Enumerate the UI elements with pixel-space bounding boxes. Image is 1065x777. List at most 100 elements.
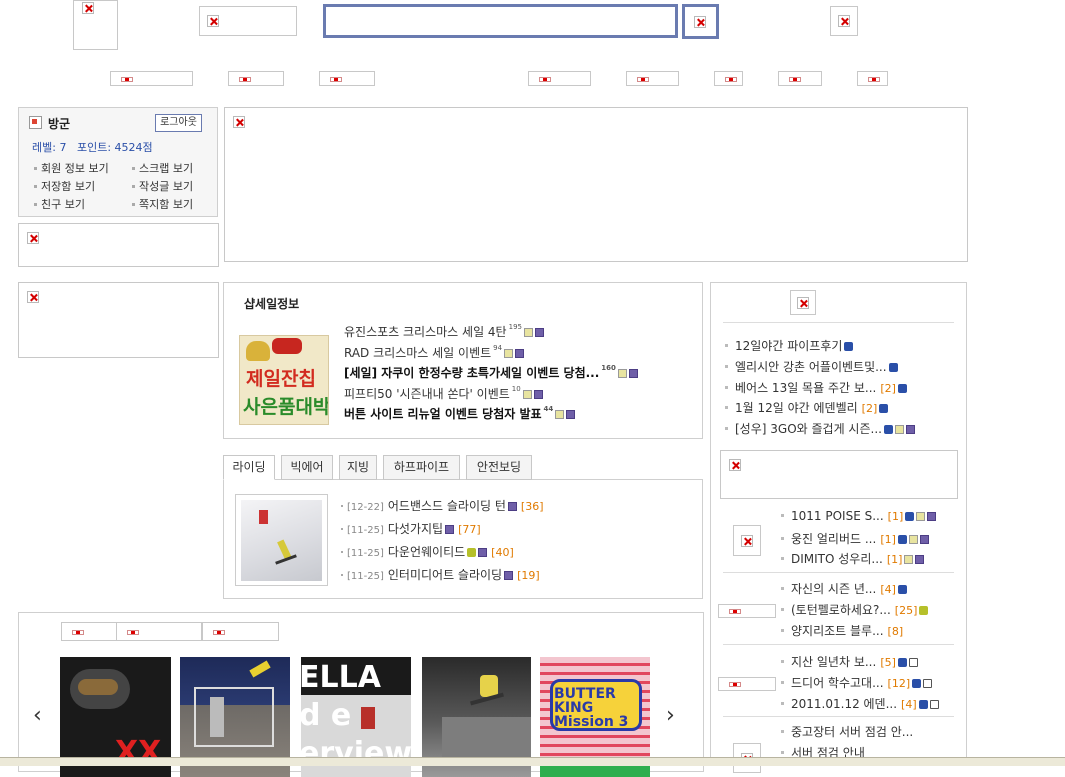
header-banner-image[interactable]	[199, 6, 297, 36]
right-list-item[interactable]: 웅진 얼리버드 ... [1]	[781, 530, 929, 547]
saved-link[interactable]: 저장함 보기	[41, 178, 95, 194]
riding-thumbnail[interactable]	[235, 494, 328, 586]
comment-count: [19]	[517, 569, 540, 582]
riding-post[interactable]: [11-25] 다운언웨이티드 [40]	[341, 543, 514, 560]
new-icon	[897, 585, 907, 594]
comment-count: [36]	[520, 500, 544, 513]
member-info-link[interactable]: 회원 정보 보기	[41, 160, 109, 176]
banner-line-2: 사은품대박	[243, 396, 329, 418]
new-icon	[897, 658, 907, 667]
right-list-3-image[interactable]	[718, 604, 776, 618]
logout-button[interactable]: 로그아웃	[155, 114, 202, 132]
nav-menu-item-3[interactable]	[319, 71, 375, 86]
messages-link[interactable]: 쪽지함 보기	[139, 196, 193, 212]
tab-3[interactable]: 하프파이프	[383, 455, 460, 480]
new-icon	[918, 700, 928, 709]
nav-menu-item-8[interactable]	[857, 71, 888, 86]
right-list-item[interactable]: 중고장터 서버 점검 안...	[781, 723, 913, 740]
comment-count: [4]	[880, 583, 896, 596]
gallery-prev-button[interactable]: ‹	[33, 703, 42, 728]
sale-item[interactable]: 유진스포츠 크리스마스 세일 4탄 195	[344, 323, 544, 340]
tv-icon	[929, 700, 939, 709]
sale-item[interactable]: RAD 크리스마스 세일 이벤트 94	[344, 344, 525, 361]
sale-item[interactable]: 피프티50 '시즌내내 쏜다' 이벤트 10	[344, 385, 543, 402]
new-icon	[883, 425, 893, 435]
tv-icon	[908, 658, 918, 667]
comment-count: [2]	[880, 381, 896, 395]
nav-menu-item-4[interactable]	[528, 71, 591, 86]
search-button[interactable]	[682, 4, 719, 39]
comment-count: [1]	[880, 532, 896, 546]
post-date: [11-25]	[347, 548, 384, 559]
disk-attachment-icon	[515, 348, 525, 358]
right-list-item[interactable]: 1011 POISE S... [1]	[781, 509, 937, 523]
update-icon	[919, 606, 929, 615]
gallery-next-button[interactable]: ›	[666, 703, 675, 728]
nav-menu-item-6[interactable]	[714, 71, 743, 86]
nav-menu-item-2[interactable]	[228, 71, 284, 86]
gallery-tab-3[interactable]	[202, 622, 279, 641]
tab-0[interactable]: 라이딩	[223, 455, 275, 480]
right-list-item[interactable]: 드디어 학수고대... [12]	[781, 674, 933, 691]
right-list-item[interactable]: 12일야간 파이프후기	[725, 337, 854, 354]
left-banner-2[interactable]	[18, 282, 219, 358]
comment-count: [2]	[861, 402, 878, 416]
sale-item-title: 피프티50 '시즌내내 쏜다' 이벤트	[344, 386, 510, 401]
riding-post[interactable]: [11-25] 인터미디어트 슬라이딩 [19]	[341, 566, 540, 583]
item-title: 자신의 시즌 년...	[791, 582, 877, 596]
disk-attachment-icon	[628, 369, 638, 378]
right-header-image[interactable]	[790, 290, 816, 315]
username: 방군	[48, 117, 71, 131]
image-attachment-icon	[555, 410, 565, 419]
search-input[interactable]	[323, 4, 678, 38]
item-title: 2011.01.12 에덴...	[791, 697, 898, 711]
right-list-item[interactable]: 자신의 시즌 년... [4]	[781, 580, 907, 597]
main-banner-image[interactable]	[224, 107, 968, 262]
scrap-link[interactable]: 스크랩 보기	[139, 160, 193, 176]
riding-post[interactable]: [12-22] 어드밴스드 슬라이딩 턴 [36]	[341, 497, 544, 514]
right-list-4-image[interactable]	[718, 677, 776, 691]
right-list-item[interactable]: 지산 일년차 보... [5]	[781, 653, 918, 670]
view-count: 44	[543, 405, 554, 413]
left-banner-1[interactable]	[18, 223, 219, 267]
gallery-tab-1[interactable]	[61, 622, 117, 641]
tab-4[interactable]: 안전보딩	[466, 455, 532, 480]
nav-menu-item-1[interactable]	[110, 71, 193, 86]
shop-sale-banner[interactable]: 제일잔칩 사은품대박	[239, 335, 329, 425]
broken-image-icon	[838, 15, 850, 27]
comment-count: [77]	[458, 523, 481, 536]
nav-menu-item-5[interactable]	[626, 71, 679, 86]
banner-line-1: 제일잔칩	[246, 368, 316, 390]
my-posts-link[interactable]: 작성글 보기	[139, 178, 193, 194]
logo-image[interactable]	[73, 0, 118, 50]
sale-item-title: 버튼 사이트 리뉴얼 이벤트 당첨자 발표	[344, 407, 542, 421]
right-list-2-image[interactable]	[733, 525, 761, 556]
sale-item[interactable]: [세일] 자쿠이 한정수량 초특가세일 이벤트 당첨... 160	[344, 364, 638, 381]
right-banner[interactable]	[720, 450, 958, 499]
riding-post[interactable]: [11-25] 다섯가지팁 [77]	[341, 520, 481, 537]
gallery-tab-2[interactable]	[116, 622, 202, 641]
nav-menu-item-7[interactable]	[778, 71, 822, 86]
tab-2[interactable]: 지빙	[339, 455, 377, 480]
status-bar	[0, 757, 1065, 766]
post-title: 인터미디어트 슬라이딩	[387, 568, 503, 582]
comment-count: [25]	[894, 604, 918, 617]
right-list-item[interactable]: 1월 12일 야간 에덴벨리 [2]	[725, 399, 889, 416]
search-icon	[694, 16, 706, 28]
right-list-item[interactable]: 엘리시안 강촌 어플이벤트및...	[725, 358, 898, 375]
new-icon	[912, 679, 922, 688]
right-list-item[interactable]: [성우] 3GO와 즐겁게 시즌...	[725, 420, 915, 437]
item-title: 양지리조트 블루...	[791, 624, 884, 638]
right-list-item[interactable]: 베어스 13일 목욜 주간 보... [2]	[725, 379, 907, 396]
tab-1[interactable]: 빅에어	[281, 455, 333, 480]
friends-link[interactable]: 친구 보기	[41, 196, 85, 212]
header-right-image[interactable]	[830, 6, 858, 36]
post-date: [11-25]	[347, 525, 384, 536]
right-list-item[interactable]: 양지리조트 블루... [8]	[781, 622, 903, 639]
sale-item[interactable]: 버튼 사이트 리뉴얼 이벤트 당첨자 발표 44	[344, 405, 576, 422]
new-icon	[879, 404, 889, 414]
right-list-item[interactable]: DIMITO 성우리... [1]	[781, 550, 925, 567]
right-column: 12일야간 파이프후기엘리시안 강촌 어플이벤트및... 베어스 13일 목욜 주…	[710, 282, 967, 773]
right-list-item[interactable]: 2011.01.12 에덴... [4]	[781, 695, 939, 712]
right-list-item[interactable]: (토턴펠로하세요?... [25]	[781, 601, 929, 618]
